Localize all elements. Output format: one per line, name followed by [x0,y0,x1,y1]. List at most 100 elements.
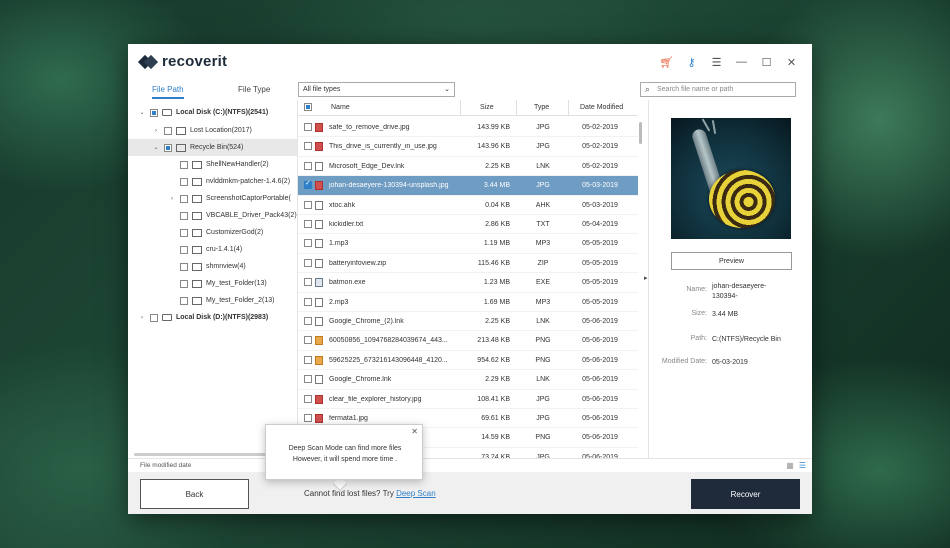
checkbox[interactable] [180,262,188,271]
tab-file-path[interactable]: File Path [152,85,184,99]
tree-item-screenshotcaptor[interactable]: › ScreenshotCaptorPortable( [128,190,297,207]
checkbox[interactable] [180,279,188,288]
file-row[interactable]: Google_Chrome.lnk 2.29 KB LNK 05-06-2019 [298,370,638,390]
tree-item-label: nvlddmkm-patcher-1.4.6(2) [206,178,291,185]
preview-button[interactable]: Preview [671,252,792,270]
column-type[interactable]: Type [534,104,549,111]
tab-file-type[interactable]: File Type [238,85,270,94]
file-checkbox[interactable] [304,297,312,308]
checkbox[interactable] [164,126,172,135]
tree-item-shmnview[interactable]: shmnview(4) [128,258,297,275]
file-row[interactable]: 60050856_1094768284039674_443... 213.48 K… [298,331,638,351]
tree-item-my-test-folder-2[interactable]: My_test_Folder_2(13) [128,292,297,309]
file-row[interactable]: 1.mp3 1.19 MB MP3 05-05-2019 [298,234,638,254]
cart-icon[interactable]: 🛒︎ [654,54,679,70]
tree-item-my-test-folder[interactable]: My_test_Folder(13) [128,275,297,292]
sidebar-scrollbar[interactable] [134,453,284,456]
file-row[interactable]: safe_to_remove_drive.jpg 143.99 KB JPG 05-0… [298,118,638,138]
file-row[interactable]: clear_file_explorer_history.jpg 108.41 KB… [298,390,638,409]
menu-icon[interactable]: ☰ [704,54,729,70]
file-checkbox[interactable] [304,258,312,269]
column-date-modified[interactable]: Date Modified [580,104,623,111]
tree-item-local-disk-d[interactable]: › Local Disk (D:)(NTFS)(2983) [128,309,297,326]
column-size[interactable]: Size [480,104,494,111]
tree-item-nvlddmkm-patcher[interactable]: nvlddmkm-patcher-1.4.6(2) [128,173,297,190]
file-checkbox[interactable] [304,375,312,385]
file-row[interactable]: kickidler.txt 2.86 KB TXT 05-04-2019 [298,215,638,235]
path-label: Path: [690,335,707,342]
file-checkbox[interactable] [304,161,312,172]
file-row[interactable]: 59625225_673216143096448_4120... 954.62 K… [298,351,638,371]
grid-view-icon[interactable]: ▦ [786,461,794,470]
close-icon[interactable]: ✕ [779,54,804,70]
file-checkbox[interactable] [304,220,312,230]
checkbox[interactable] [150,108,158,117]
file-size: 108.41 KB [477,395,510,403]
file-list-scrollbar[interactable] [639,122,642,144]
file-checkbox[interactable] [304,239,312,249]
checkbox[interactable] [180,228,188,237]
checkbox[interactable] [164,143,172,152]
file-row[interactable]: xtoc.ahk 0.04 KB AHK 05-03-2019 [298,196,638,215]
file-checkbox[interactable] [304,317,312,327]
minimize-icon[interactable]: — [729,54,754,70]
file-size: 2.29 KB [485,376,510,384]
name-value: johan-desaeyere-130394- [712,283,767,300]
file-row[interactable]: batteryinfoview.zip 115.46 KB ZIP 05-05-201… [298,254,638,274]
recoverit-window: recoverit 🛒︎ ⚷ ☰ — ☐ ✕ File Path File Ty… [128,44,812,514]
file-checkbox[interactable] [304,123,312,133]
chevron-right-icon[interactable]: › [168,196,176,202]
tree-item-local-disk-c[interactable]: ⌄ Local Disk (C:)(NTFS)(2541) [128,104,297,121]
tree-item-vbcable[interactable]: VBCABLE_Driver_Pack43(2) [128,207,297,224]
file-row[interactable]: Google_Chrome_(2).lnk 2.25 KB LNK 05-06-201… [298,312,638,332]
file-row[interactable]: This_drive_is_currently_in_use.jpg 143.96… [298,137,638,157]
file-checkbox[interactable] [304,394,312,405]
close-icon[interactable]: ✕ [411,427,418,436]
file-row[interactable]: Microsoft_Edge_Dev.lnk 2.25 KB LNK 05-02-20… [298,157,638,177]
checkbox[interactable] [150,313,158,322]
file-checkbox[interactable] [304,278,312,288]
file-checkbox[interactable] [304,200,312,211]
checkbox[interactable] [180,211,188,220]
back-button[interactable]: Back [140,479,249,509]
file-type-select[interactable]: All file types ⌄ [298,82,455,97]
file-name: johan-desaeyere-130394-unsplash.jpg [329,182,449,190]
key-icon[interactable]: ⚷ [679,54,704,70]
deep-scan-message: Cannot find lost files? Try Deep Scan [304,489,436,498]
caret-right-icon[interactable]: ▸ [644,274,648,282]
recover-button[interactable]: Recover [691,479,800,509]
tree-item-shellnewhandler[interactable]: ShellNewHandler(2) [128,156,297,173]
file-name: 59625225_673216143096448_4120... [329,356,448,364]
maximize-icon[interactable]: ☐ [754,54,779,70]
column-name[interactable]: Name [331,104,350,111]
tree-item-recycle-bin[interactable]: ⌄ Recycle Bin(524) [128,139,297,156]
checkbox[interactable] [180,194,188,203]
select-all-checkbox[interactable] [304,103,312,113]
checkbox[interactable] [180,245,188,254]
file-date: 05-05-2019 [582,259,618,267]
tree-item-customizergod[interactable]: CustomizerGod(2) [128,224,297,241]
checkbox[interactable] [180,177,188,186]
file-checkbox[interactable] [304,414,312,424]
chevron-down-icon[interactable]: ⌄ [138,109,146,116]
file-row[interactable]: 2.mp3 1.69 MB MP3 05-05-2019 [298,293,638,312]
chevron-right-icon[interactable]: › [138,315,146,321]
deep-scan-link[interactable]: Deep Scan [396,489,436,498]
checkbox[interactable] [180,160,188,169]
file-checkbox[interactable] [304,179,312,191]
search-input[interactable]: ⌕ Search file name or path [640,82,796,97]
file-checkbox[interactable] [304,336,312,346]
chevron-right-icon[interactable]: › [152,128,160,134]
file-checkbox[interactable] [304,355,312,366]
checkbox[interactable] [180,296,188,305]
tree-item-cru[interactable]: cru-1.4.1(4) [128,241,297,258]
file-name: 60050856_1094768284039674_443... [329,337,448,345]
list-view-icon[interactable]: ☰ [799,461,806,470]
file-row[interactable]: batmon.exe 1.23 MB EXE 05-05-2019 [298,273,638,293]
chevron-down-icon[interactable]: ⌄ [152,144,160,151]
file-list: Name Size Type Date Modified safe_to_rem… [298,100,638,460]
file-date: 05-06-2019 [582,376,618,384]
file-row[interactable]: johan-desaeyere-130394-unsplash.jpg 3.44 … [298,176,638,196]
file-checkbox[interactable] [304,142,312,152]
tree-item-lost-location[interactable]: › Lost Location(2017) [128,122,297,139]
